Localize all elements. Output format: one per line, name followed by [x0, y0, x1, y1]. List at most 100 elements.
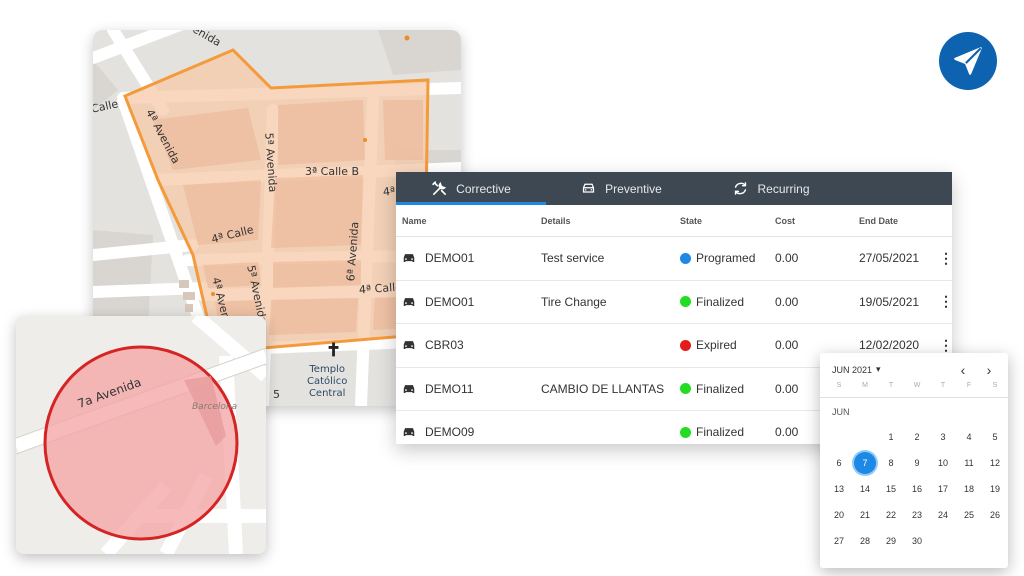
day-cell[interactable]: 6: [826, 450, 852, 476]
day-cell[interactable]: 22: [878, 502, 904, 528]
kebab-icon: ⋮: [939, 293, 952, 310]
header-name[interactable]: Name: [396, 216, 541, 226]
day-cell[interactable]: 29: [878, 528, 904, 554]
day-cell[interactable]: 1: [878, 424, 904, 450]
car-icon: [403, 384, 415, 393]
car-front-icon: [583, 183, 595, 193]
header-state[interactable]: State: [680, 216, 775, 226]
empty-day-cell: [956, 528, 982, 554]
place-label: Barcelona: [192, 402, 238, 412]
street-label: 5: [273, 388, 280, 401]
header-details[interactable]: Details: [541, 216, 680, 226]
day-cell[interactable]: 11: [956, 450, 982, 476]
cell-state: Programed: [680, 251, 775, 265]
day-cell[interactable]: 20: [826, 502, 852, 528]
weekday-label: T: [940, 382, 946, 389]
day-cell[interactable]: 26: [982, 502, 1008, 528]
table-row[interactable]: DEMO01 Tire Change Finalized 0.00 19/05/2021…: [396, 281, 952, 324]
refresh-icon: [735, 182, 747, 195]
table-row[interactable]: DEMO01 Test service Programed 0.00 27/05/202…: [396, 237, 952, 281]
tab-corrective[interactable]: Corrective: [396, 172, 546, 205]
day-cell[interactable]: 4: [956, 424, 982, 450]
day-cell[interactable]: 14: [852, 476, 878, 502]
row-menu-button[interactable]: ⋮: [939, 293, 952, 310]
day-cell[interactable]: 23: [904, 502, 930, 528]
kebab-icon: ⋮: [939, 336, 952, 353]
vehicle-name: CBR03: [425, 338, 464, 353]
day-cell[interactable]: 27: [826, 528, 852, 554]
day-cell[interactable]: 28: [852, 528, 878, 554]
day-cell[interactable]: 3: [930, 424, 956, 450]
month-selector[interactable]: JUN 2021 ▾: [826, 364, 950, 375]
day-cell[interactable]: 25: [956, 502, 982, 528]
tab-preventive[interactable]: Preventive: [546, 172, 696, 205]
cell-details: Tire Change: [541, 294, 607, 309]
day-number: 7: [854, 452, 876, 474]
day-cell[interactable]: 9: [904, 450, 930, 476]
circle-zone-canvas: [16, 316, 266, 554]
cell-name: CBR03: [396, 338, 541, 352]
cell-state: Finalized: [680, 425, 775, 439]
day-cell[interactable]: 30: [904, 528, 930, 554]
cell-cost: 0.00: [775, 251, 799, 266]
day-cell[interactable]: 15: [878, 476, 904, 502]
table-header: Name Details State Cost End Date: [396, 205, 952, 237]
day-cell[interactable]: 13: [826, 476, 852, 502]
circle-zone-map[interactable]: 7a Avenida Barcelona: [16, 316, 266, 554]
header-cost[interactable]: Cost: [775, 216, 859, 226]
day-cell[interactable]: 17: [930, 476, 956, 502]
month-section-label: JUN: [832, 407, 850, 417]
cell-state: Expired: [680, 338, 775, 352]
geofence-circle: [43, 345, 239, 541]
cell-state: Finalized: [680, 382, 775, 396]
calendar-header: JUN 2021 ▾ ‹ ›: [826, 361, 1002, 378]
navigation-badge[interactable]: [939, 32, 997, 90]
status-label: Programed: [696, 251, 756, 266]
next-month-button[interactable]: ›: [976, 362, 1002, 378]
cell-name: DEMO11: [396, 382, 541, 396]
row-menu-button[interactable]: ⋮: [939, 336, 952, 354]
chevron-left-icon: ‹: [960, 361, 966, 378]
cell-cost: 0.00: [775, 338, 799, 353]
tools-icon: [432, 181, 447, 196]
header-end-date[interactable]: End Date: [859, 216, 939, 226]
church-icon: ✝: [326, 340, 342, 360]
empty-day-cell: [852, 424, 878, 450]
day-cell[interactable]: 21: [852, 502, 878, 528]
tab-label: Preventive: [605, 181, 662, 196]
car-icon: [403, 254, 415, 263]
navigation-arrow-icon: [954, 47, 982, 75]
weekday-label: S: [992, 382, 998, 389]
day-cell[interactable]: 16: [904, 476, 930, 502]
day-cell[interactable]: 24: [930, 502, 956, 528]
day-cell[interactable]: 8: [878, 450, 904, 476]
cell-details: CAMBIO DE LLANTAS: [541, 381, 665, 396]
cell-name: DEMO09: [396, 425, 541, 439]
weekday-label: T: [888, 382, 894, 389]
status-dot: [680, 383, 691, 395]
cell-name: DEMO01: [396, 251, 541, 265]
day-cell[interactable]: 10: [930, 450, 956, 476]
day-cell[interactable]: 12: [982, 450, 1008, 476]
day-cell[interactable]: 18: [956, 476, 982, 502]
cell-end-date: 27/05/2021: [859, 251, 920, 266]
empty-day-cell: [930, 528, 956, 554]
status-dot: [680, 252, 691, 264]
status-label: Finalized: [696, 425, 745, 440]
day-cell[interactable]: 2: [904, 424, 930, 450]
cell-end-date: 19/05/2021: [859, 294, 920, 309]
empty-day-cell: [826, 424, 852, 450]
cell-end-date: 12/02/2020: [859, 338, 920, 353]
tab-bar: Corrective Preventive Recurring: [396, 172, 952, 205]
day-cell[interactable]: 19: [982, 476, 1008, 502]
vehicle-name: DEMO11: [425, 381, 474, 396]
tab-recurring[interactable]: Recurring: [696, 172, 846, 205]
selected-day[interactable]: 7: [852, 450, 878, 476]
street-label: 4ª: [382, 184, 396, 199]
kebab-icon: ⋮: [939, 249, 952, 266]
vehicle-name: DEMO01: [425, 251, 475, 266]
day-cell[interactable]: 5: [982, 424, 1008, 450]
cell-cost: 0.00: [775, 294, 799, 309]
row-menu-button[interactable]: ⋮: [939, 249, 952, 267]
prev-month-button[interactable]: ‹: [950, 362, 976, 378]
